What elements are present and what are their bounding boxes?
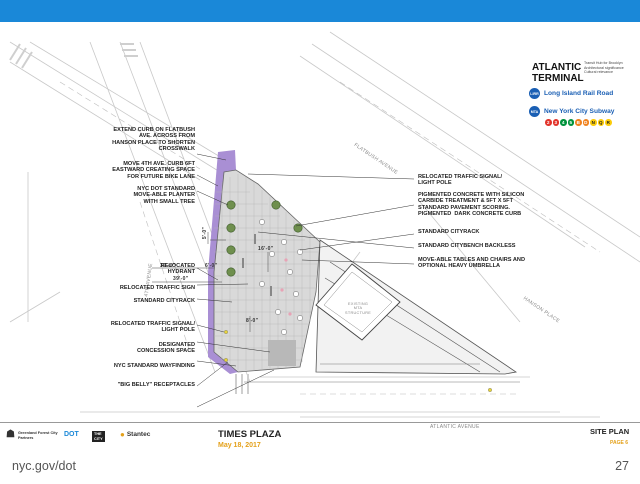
callout-relocated-signal-right: RELOCATED TRAFFIC SIGNAL/ LIGHT POLE bbox=[418, 174, 503, 187]
callout-standard-cityrack-right: STANDARD CITYRACK bbox=[418, 229, 480, 235]
dimension-label: 6'-0" bbox=[205, 263, 218, 269]
citybench bbox=[254, 234, 256, 244]
lirr-logo-icon: LIRR bbox=[529, 88, 540, 99]
planter-tree bbox=[226, 200, 236, 210]
structure-label: EXISTING MTA STRUCTURE bbox=[345, 302, 372, 315]
callout-tables-chairs: MOVE-ABLE TABLES AND CHAIRS AND OPTIONAL… bbox=[418, 257, 526, 270]
logo-dot: DOT bbox=[64, 431, 79, 438]
dimension-label: 16'-0" bbox=[258, 246, 274, 252]
dimension-label: 5'-0" bbox=[202, 226, 209, 240]
callout-relocated-signal-left: RELOCATED TRAFFIC SIGNAL/ LIGHT POLE bbox=[110, 321, 195, 334]
subway-line-r-icon: R bbox=[605, 119, 612, 126]
stantec-logo-icon: ● bbox=[120, 430, 125, 439]
callout-nyc-wayfinding: NYC STANDARD WAYFINDING bbox=[113, 363, 195, 369]
greenland-logo-icon: ☗ bbox=[6, 429, 15, 441]
subway-line-5-icon: 5 bbox=[567, 119, 574, 126]
subway-label: New York City Subway bbox=[544, 108, 615, 115]
subway-line-bullets: 2345BDNQR bbox=[545, 119, 612, 126]
legend-note: Transit Hub for Brooklyn Architectural s… bbox=[584, 61, 624, 75]
dimension-label: 8'-0" bbox=[246, 318, 259, 324]
logo-city: THE CITY bbox=[92, 431, 105, 442]
legend-lirr: LIRR Long Island Rail Road bbox=[529, 88, 613, 99]
lirr-label: Long Island Rail Road bbox=[544, 90, 614, 97]
callout-standard-cityrack-left: STANDARD CITYRACK bbox=[133, 298, 195, 304]
legend-subway: MTA New York City Subway bbox=[529, 106, 614, 117]
citybench bbox=[270, 286, 272, 296]
planter-tree bbox=[226, 245, 236, 255]
dimension-label: 39'-0" bbox=[173, 276, 189, 282]
subway-line-n-icon: N bbox=[590, 119, 597, 126]
callout-extend-curb: EXTEND CURB ON FLATBUSH AVE. ACROSS FROM… bbox=[112, 127, 195, 153]
planter-tree bbox=[226, 267, 236, 277]
planter-tree bbox=[271, 200, 281, 210]
subway-line-3-icon: 3 bbox=[552, 119, 559, 126]
subway-line-b-icon: B bbox=[575, 119, 582, 126]
callout-relocated-traffic-sign: RELOCATED TRAFFIC SIGN bbox=[119, 285, 195, 291]
callout-concession-space: DESIGNATED CONCESSION SPACE bbox=[136, 342, 195, 355]
logo-greenland-forest-city: ☗ Greenland Forest City Partners bbox=[6, 429, 58, 441]
planter-tree bbox=[226, 223, 236, 233]
subway-line-2-icon: 2 bbox=[545, 119, 552, 126]
logo-stantec: ● Stantec bbox=[120, 430, 151, 439]
project-date: May 18, 2017 bbox=[218, 442, 261, 449]
subway-line-q-icon: Q bbox=[597, 119, 604, 126]
citybench bbox=[242, 258, 244, 268]
sheet-page: PAGE 6 bbox=[610, 440, 628, 446]
callout-relocated-hydrant: RELOCATED HYDRANT bbox=[160, 263, 195, 276]
title-block: ☗ Greenland Forest City Partners DOT THE… bbox=[0, 422, 640, 455]
subway-line-4-icon: 4 bbox=[560, 119, 567, 126]
callout-move-able-planter: NYC DOT STANDARD MOVE-ABLE PLANTER WITH … bbox=[133, 186, 195, 205]
site-plan-sheet: 39'-0" 39'-0" 5'-0" 6'-0" 16'-0" 8'-0" F… bbox=[0, 22, 640, 430]
footer-website: nyc.gov/dot bbox=[12, 459, 76, 473]
top-banner bbox=[0, 0, 640, 22]
mta-logo-icon: MTA bbox=[529, 106, 540, 117]
footer-page-number: 27 bbox=[615, 459, 629, 473]
callout-big-belly: "BIG BELLY" RECEPTACLES bbox=[117, 382, 195, 388]
callout-citybench: STANDARD CITYBENCH BACKLESS bbox=[418, 243, 516, 249]
concession-space bbox=[268, 340, 296, 366]
callout-pigmented-concrete: PIGMENTED CONCRETE WITH SILICON CARBIDE … bbox=[418, 192, 525, 218]
project-title: TIMES PLAZA bbox=[218, 429, 282, 440]
sheet-title: SITE PLAN bbox=[590, 427, 630, 436]
legend-title: ATLANTIC TERMINAL bbox=[532, 62, 584, 84]
footer: nyc.gov/dot 27 bbox=[0, 455, 640, 484]
subway-line-d-icon: D bbox=[582, 119, 589, 126]
callout-move-4th-ave-curb: MOVE 4TH AVE. CURB 6FT EASTWARD CREATING… bbox=[112, 161, 195, 180]
